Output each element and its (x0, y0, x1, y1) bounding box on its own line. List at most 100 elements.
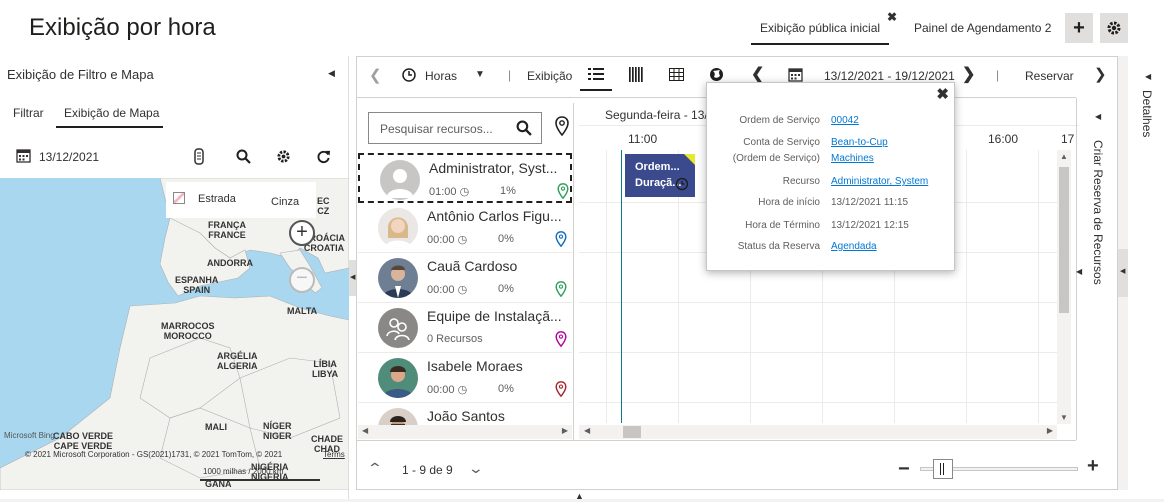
collapse-left-panel-icon[interactable]: ◀ (328, 68, 335, 79)
next-week-icon[interactable]: ❯ (962, 64, 975, 84)
map-label: ESPANHA SPAIN (175, 275, 219, 295)
resource-row[interactable]: Equipe de Instalaçã... 0 Recursos (358, 303, 572, 353)
search-icon[interactable] (516, 120, 532, 141)
map-brand: Microsoft Bing (4, 431, 55, 440)
resource-link[interactable]: Administrator, System (831, 174, 928, 190)
map-scale: 1000 milhas / 2000 km (203, 467, 284, 476)
details-panel-label[interactable]: Detalhes (1140, 90, 1154, 137)
map-label: MARROCOS MOROCCO (161, 321, 215, 341)
popup-field-label: Conta de Serviço (Ordem de Serviço) (732, 137, 820, 164)
collapse-side-icon[interactable]: ◀ (1076, 267, 1082, 276)
resource-row[interactable]: Cauã Cardoso 00:00 ◷ 0% (358, 253, 572, 303)
resource-name: Cauã Cardoso (427, 258, 518, 274)
map-settings-icon[interactable] (276, 149, 291, 169)
hour-label: 17 (1061, 132, 1075, 146)
resource-name: Isabele Moraes (427, 358, 523, 374)
location-pin-icon[interactable] (555, 116, 569, 141)
popup-field-label: Ordem de Serviço (739, 115, 820, 126)
popup-field-label: Hora de Término (745, 220, 820, 231)
map-view[interactable]: FRANÇA FRANCE ANDORRA ESPANHA SPAIN MARROC… (0, 178, 349, 490)
list-view-button[interactable] (580, 64, 612, 91)
add-tab-button[interactable]: + (1065, 13, 1093, 43)
end-time-value: 13/12/2021 12:15 (831, 220, 909, 231)
scroll-left-icon[interactable]: ◀ (584, 426, 590, 435)
resource-row[interactable]: Isabele Moraes 00:00 ◷ 0% (358, 353, 572, 403)
location-pin-icon (555, 231, 567, 247)
board-settings-button[interactable] (1100, 13, 1128, 43)
expand-details-icon[interactable]: ◀ (1145, 72, 1151, 81)
zoom-out-icon[interactable]: − (898, 458, 910, 481)
scroll-right-icon[interactable]: ▶ (562, 426, 568, 435)
next-nav-icon[interactable]: ❯ (1094, 65, 1107, 83)
grid-line (1038, 150, 1039, 423)
resource-column-divider (573, 103, 574, 440)
scroll-thumb[interactable] (623, 426, 641, 438)
layer-gray[interactable]: Cinza (271, 196, 299, 208)
timeline-hscrollbar[interactable]: ◀ ▶ (579, 425, 1057, 439)
work-order-link[interactable]: 00042 (831, 113, 859, 129)
current-time-line (621, 150, 622, 423)
details-splitter[interactable]: ◀ (1118, 249, 1128, 297)
resource-utilization: 0% (498, 283, 514, 295)
toolbar-divider: | (508, 68, 512, 82)
close-tab-icon[interactable]: ✖ (887, 10, 897, 24)
road-layer-icon (173, 192, 185, 204)
map-layer-selector: Estrada Cinza (166, 182, 316, 218)
day-label: Segunda-feira - 13/ (605, 108, 708, 122)
scroll-down-icon[interactable]: ▼ (1060, 413, 1068, 422)
avatar (380, 160, 420, 200)
grid-view-icon[interactable] (669, 68, 684, 86)
clock-icon (402, 68, 416, 87)
popup-field-label: Hora de início (758, 197, 820, 208)
prev-week-icon[interactable]: ❮ (751, 64, 764, 84)
resource-hscrollbar[interactable]: ◀ ▶ (358, 425, 572, 439)
zoom-in-button[interactable]: + (289, 220, 315, 246)
resource-utilization: 0% (498, 383, 514, 395)
timeline-vscrollbar[interactable]: ▲ ▼ (1057, 150, 1071, 424)
zoom-in-icon[interactable]: + (1087, 455, 1099, 478)
expand-create-panel-icon[interactable]: ◀ (1095, 112, 1101, 121)
scroll-right-icon[interactable]: ▶ (1047, 426, 1053, 435)
create-booking-panel-label[interactable]: Criar Reserva de Recursos (1091, 140, 1105, 285)
zoom-out-button[interactable]: − (289, 267, 315, 293)
resource-row[interactable]: Antônio Carlos Figu... 00:00 ◷ 0% (358, 203, 572, 253)
scroll-left-icon[interactable]: ◀ (362, 426, 368, 435)
resource-row[interactable]: João Santos (358, 403, 572, 425)
booking-block[interactable]: Ordem... Duraçã... (625, 154, 695, 197)
map-terms-link[interactable]: Terms (323, 450, 345, 459)
avatar (378, 358, 418, 398)
resource-filter-icon[interactable] (193, 148, 205, 170)
view-dropdown-icon[interactable]: ▼ (475, 69, 485, 80)
prev-nav-icon[interactable]: ❮ (369, 66, 382, 84)
date-range[interactable]: 13/12/2021 - 19/12/2021 (824, 69, 955, 83)
filter-map-title: Exibição de Filtro e Mapa (7, 67, 154, 82)
resource-row[interactable]: Administrator, Syst... 01:00 ◷ 1% (358, 153, 572, 203)
service-account-link[interactable]: Bean-to-Cup Machines (831, 135, 888, 167)
zoom-slider-thumb[interactable] (933, 459, 953, 479)
page-up-icon[interactable]: ⌃ (367, 460, 383, 477)
grid-line (966, 150, 967, 423)
popup-field-label: Recurso (782, 176, 820, 187)
tab-filter[interactable]: Filtrar (13, 106, 44, 120)
booking-status-link[interactable]: Agendada (831, 239, 877, 255)
page-down-icon[interactable]: ⌄ (468, 460, 484, 477)
map-refresh-icon[interactable] (316, 149, 331, 169)
close-popup-icon[interactable]: ✖ (936, 85, 949, 103)
layer-road[interactable]: Estrada (198, 193, 236, 205)
location-pin-icon (555, 381, 567, 397)
tab-schedule-board-2[interactable]: Painel de Agendamento 2 (914, 21, 1051, 35)
scroll-thumb[interactable] (1059, 167, 1069, 313)
column-view-icon[interactable] (629, 67, 643, 87)
book-button[interactable]: Reservar (1025, 69, 1074, 83)
map-label: FRANÇA FRANCE (208, 220, 246, 240)
tab-public-view[interactable]: Exibição pública inicial (751, 11, 890, 45)
scroll-up-icon[interactable]: ▲ (1060, 152, 1068, 161)
map-label: MALTA (287, 306, 318, 316)
resource-utilization: 0% (498, 233, 514, 245)
calendar-icon[interactable] (16, 148, 31, 168)
view-hours-select[interactable]: Horas (425, 69, 457, 83)
tab-map-view[interactable]: Exibição de Mapa (56, 106, 164, 128)
map-search-icon[interactable] (236, 149, 251, 169)
map-date[interactable]: 13/12/2021 (39, 150, 99, 164)
popup-field-label: Status da Reserva (737, 241, 820, 252)
